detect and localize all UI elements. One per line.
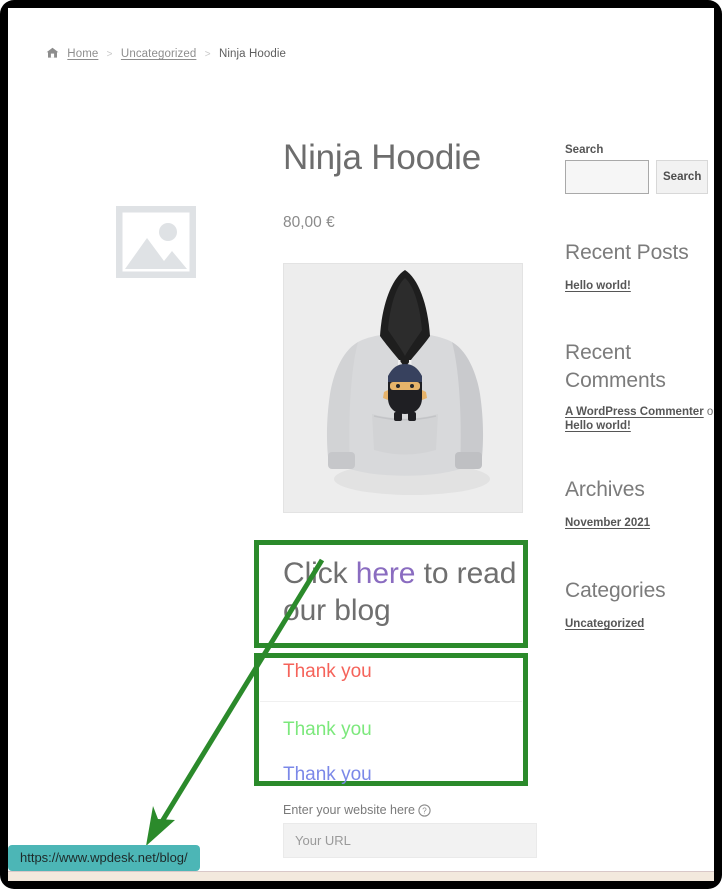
browser-screenshot-frame: Home > Uncategorized > Ninja Hoodie Ninj… [0,0,722,889]
recent-post-item: Hello world! [565,280,714,294]
comment-author-link[interactable]: A WordPress Commenter [565,406,704,418]
website-field-label-text: Enter your website here [283,803,416,817]
svg-text:?: ? [422,806,427,815]
recent-post-link[interactable]: Hello world! [565,280,631,292]
thank-you-line-3: Thank you [283,764,372,785]
website-field-label: Enter your website here? [283,803,431,820]
thank-you-line-2: Thank you [283,719,372,740]
category-link[interactable]: Uncategorized [565,618,644,630]
search-button[interactable]: Search [656,160,708,194]
breadcrumb-item-uncategorized[interactable]: Uncategorized [121,48,196,60]
page-title: Ninja Hoodie [283,138,481,177]
product-image[interactable] [283,263,523,513]
search-widget-label: Search [565,144,604,156]
breadcrumb-item-home[interactable]: Home [67,48,98,60]
website-url-input[interactable] [283,823,537,858]
search-input[interactable] [565,160,649,194]
page-content: Home > Uncategorized > Ninja Hoodie Ninj… [8,8,714,881]
product-price: 80,00 € [283,214,335,231]
widget-title-categories: Categories [565,579,666,602]
category-item: Uncategorized [565,618,714,632]
widget-title-recent-comments: Recent Comments [565,341,666,392]
bottom-bar [8,871,714,881]
breadcrumb-item-current: Ninja Hoodie [218,48,286,60]
help-circle-icon[interactable]: ? [418,804,431,820]
thank-you-line-1: Thank you [283,661,372,682]
breadcrumb: Home > Uncategorized > Ninja Hoodie [46,47,286,62]
status-bar-url: https://www.wpdesk.net/blog/ [8,845,200,871]
recent-comment-item: A WordPress Commenter on Hello world! [565,406,714,433]
blog-cta-text: Click here to read our blog [283,556,521,629]
comment-post-link[interactable]: Hello world! [565,420,631,432]
thanks-divider [260,701,522,702]
image-placeholder-icon [115,205,197,279]
blog-here-link[interactable]: here [356,557,416,590]
widget-title-archives: Archives [565,478,645,501]
archive-link[interactable]: November 2021 [565,517,650,529]
comment-connector: on [706,406,714,418]
home-icon [46,47,59,62]
breadcrumb-separator: > [106,49,113,60]
widget-title-recent-posts: Recent Posts [565,241,689,264]
archive-item: November 2021 [565,517,714,531]
blog-cta-prefix: Click [283,557,356,590]
breadcrumb-separator: > [204,49,211,60]
